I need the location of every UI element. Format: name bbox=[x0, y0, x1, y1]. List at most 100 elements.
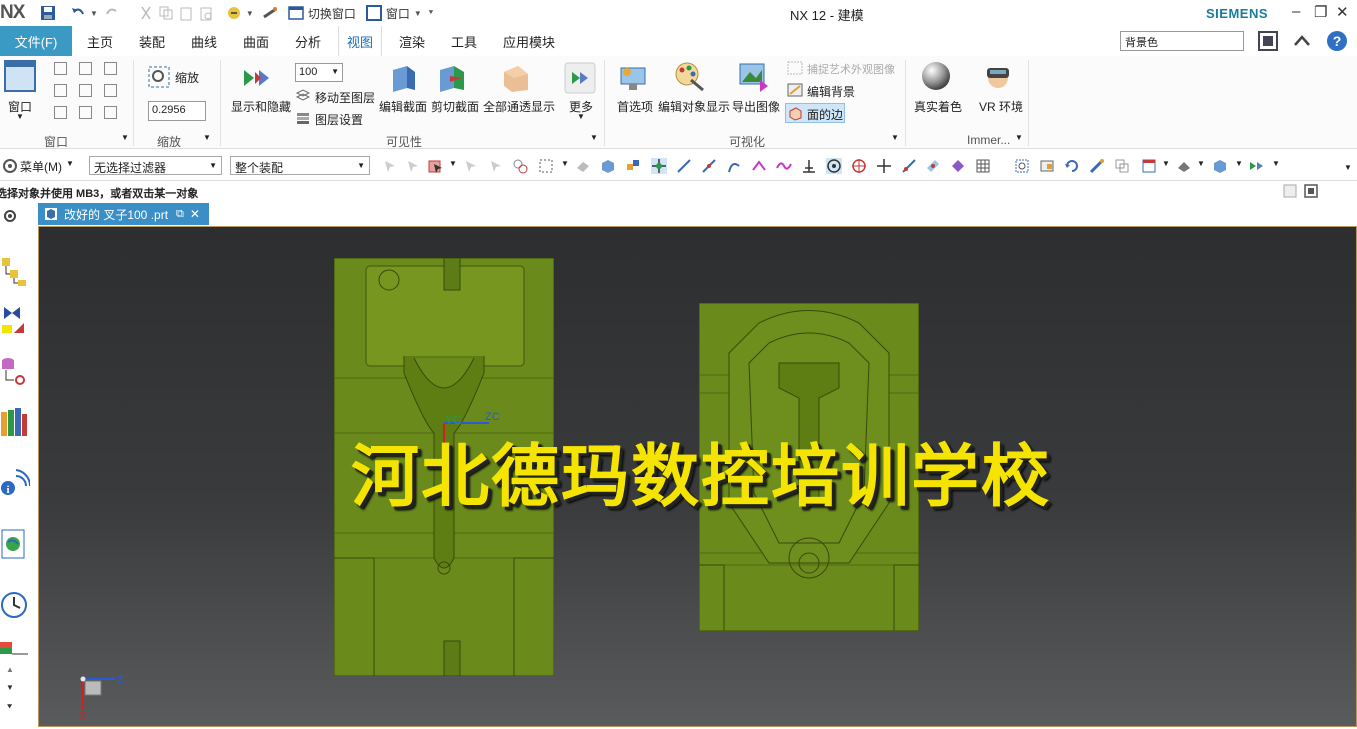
repeat-command-icon[interactable] bbox=[262, 5, 278, 21]
chevron-down-icon[interactable]: ▼ bbox=[203, 133, 211, 142]
toolbar-options-icon[interactable]: ▼ bbox=[1344, 163, 1352, 172]
intersection-icon[interactable] bbox=[751, 158, 767, 174]
scroll-up-icon[interactable]: ▲ bbox=[6, 665, 14, 674]
two-view-horizontal-icon[interactable] bbox=[104, 62, 117, 75]
endpoint-icon[interactable] bbox=[676, 158, 692, 174]
selection-option-1-icon[interactable] bbox=[382, 158, 398, 174]
constraint-navigator-icon[interactable] bbox=[0, 305, 28, 337]
file-menu-button[interactable]: 文件(F) bbox=[0, 26, 72, 56]
reuse-library-icon[interactable] bbox=[0, 406, 28, 438]
hd3d-tools-icon[interactable]: i bbox=[0, 466, 30, 498]
zoom-icon[interactable] bbox=[148, 66, 170, 88]
general-selection-icon[interactable] bbox=[428, 158, 444, 174]
zoom-scale-input[interactable]: 0.2956 bbox=[148, 101, 206, 121]
chevron-down-icon[interactable]: ▼ bbox=[1015, 133, 1023, 142]
switch-window-label[interactable]: 切换窗口 bbox=[308, 5, 356, 22]
six-view-icon[interactable] bbox=[54, 106, 67, 119]
bounded-grid-point-icon[interactable] bbox=[950, 158, 966, 174]
fit-view-icon[interactable] bbox=[1014, 158, 1030, 174]
layout-icon[interactable] bbox=[1141, 158, 1157, 174]
chevron-down-icon[interactable]: ▼ bbox=[66, 159, 74, 168]
view-orientation-icon[interactable] bbox=[1212, 158, 1228, 174]
chevron-down-icon[interactable]: ▼ bbox=[561, 159, 569, 168]
chevron-down-icon[interactable]: ▼ bbox=[891, 133, 899, 142]
assembly-navigator-icon[interactable] bbox=[0, 256, 28, 288]
orient-view-icon[interactable] bbox=[1114, 158, 1130, 174]
vr-environment-label[interactable]: VR 环境 bbox=[979, 98, 1023, 115]
window-layout-icon[interactable] bbox=[4, 60, 36, 92]
chevron-down-icon[interactable]: ▼ bbox=[577, 112, 585, 121]
chevron-down-icon[interactable]: ▼ bbox=[90, 9, 98, 18]
restore-icon[interactable]: ❐ bbox=[1314, 3, 1327, 21]
show-hide-icon[interactable] bbox=[241, 62, 273, 94]
chevron-down-icon[interactable]: ▼ bbox=[1272, 159, 1280, 168]
tab-home[interactable]: 主页 bbox=[87, 26, 113, 56]
layer-scale-dropdown[interactable]: 100 ▼ bbox=[295, 63, 343, 82]
chevron-down-icon[interactable]: ▼ bbox=[246, 9, 254, 18]
scroll-down-icon[interactable]: ▼ bbox=[6, 683, 14, 692]
curve-point-icon[interactable] bbox=[776, 158, 792, 174]
chevron-down-icon[interactable]: ▼ bbox=[590, 133, 598, 142]
true-shading-icon[interactable] bbox=[920, 60, 952, 92]
vr-headset-icon[interactable] bbox=[982, 60, 1014, 92]
window-icon[interactable] bbox=[365, 5, 382, 21]
help-icon[interactable]: ? bbox=[1326, 30, 1348, 52]
chevron-down-icon[interactable]: ▼ bbox=[414, 9, 422, 18]
redo-icon[interactable] bbox=[104, 5, 120, 21]
more-resources-icon[interactable]: ⯆ bbox=[6, 702, 13, 713]
tab-view[interactable]: 视图 bbox=[338, 26, 383, 56]
paste-special-icon[interactable] bbox=[198, 5, 214, 21]
tab-curve[interactable]: 曲线 bbox=[191, 26, 217, 56]
move-to-layer-label[interactable]: 移动至图层 bbox=[315, 89, 375, 106]
clip-section-icon[interactable] bbox=[436, 62, 468, 94]
chevron-down-icon[interactable]: ▼ bbox=[16, 112, 24, 121]
touch-mode-icon[interactable] bbox=[226, 5, 242, 21]
paste-icon[interactable] bbox=[178, 5, 194, 21]
single-view-icon[interactable] bbox=[54, 62, 67, 75]
quadrant-icon[interactable] bbox=[851, 158, 867, 174]
history-clock-icon[interactable] bbox=[0, 590, 28, 620]
window-menu-label[interactable]: 窗口 bbox=[386, 5, 410, 22]
export-image-icon[interactable] bbox=[738, 60, 770, 92]
four-view-icon[interactable] bbox=[79, 84, 92, 97]
close-icon[interactable]: ✕ bbox=[190, 207, 200, 221]
zoom-label[interactable]: 缩放 bbox=[175, 69, 199, 86]
tab-render[interactable]: 渲染 bbox=[399, 26, 425, 56]
maximize-viewport-icon[interactable] bbox=[1304, 184, 1318, 198]
process-studio-icon[interactable] bbox=[0, 638, 30, 662]
tab-surface[interactable]: 曲面 bbox=[243, 26, 269, 56]
move-to-layer-icon[interactable] bbox=[296, 89, 310, 103]
tab-tools[interactable]: 工具 bbox=[451, 26, 477, 56]
cut-icon[interactable] bbox=[138, 5, 154, 21]
arc-center-icon[interactable] bbox=[826, 158, 842, 174]
close-icon[interactable]: ✕ bbox=[1336, 3, 1349, 21]
layer-settings-icon[interactable] bbox=[296, 111, 310, 125]
edit-object-display-label[interactable]: 编辑对象显示 bbox=[658, 98, 730, 115]
type-filter-dropdown[interactable]: 无选择过滤器 ▼ bbox=[89, 156, 222, 175]
component-icon[interactable] bbox=[625, 158, 641, 174]
edit-background-label[interactable]: 编辑背景 bbox=[807, 83, 855, 100]
control-point-icon[interactable] bbox=[726, 158, 742, 174]
three-view-icon[interactable] bbox=[54, 84, 67, 97]
clip-section-label[interactable]: 剪切截面 bbox=[431, 98, 479, 115]
chevron-down-icon[interactable]: ▼ bbox=[121, 133, 129, 142]
menu-button[interactable]: 菜单(M) bbox=[20, 158, 62, 175]
graphics-window[interactable]: YC ZC 河北德玛数控培训学校 Z X bbox=[38, 226, 1357, 727]
tab-applications[interactable]: 应用模块 bbox=[503, 26, 555, 56]
snap-point-enable-icon[interactable] bbox=[651, 158, 667, 174]
gear-icon[interactable] bbox=[2, 208, 18, 224]
part-navigator-icon[interactable] bbox=[0, 356, 28, 390]
pan-icon[interactable] bbox=[1089, 158, 1105, 174]
full-screen-icon[interactable] bbox=[1257, 30, 1279, 52]
tab-analysis[interactable]: 分析 bbox=[295, 26, 321, 56]
chevron-down-icon[interactable]: ▼ bbox=[1235, 159, 1243, 168]
true-shading-label[interactable]: 真实着色 bbox=[914, 98, 962, 115]
four-view-alt-icon[interactable] bbox=[104, 84, 117, 97]
point-on-face-icon[interactable] bbox=[925, 158, 941, 174]
switch-window-icon[interactable] bbox=[288, 5, 304, 21]
edit-background-icon[interactable] bbox=[787, 82, 803, 98]
minimize-icon[interactable]: – bbox=[1292, 3, 1300, 20]
selection-scope-dropdown[interactable]: 整个装配 ▼ bbox=[230, 156, 370, 175]
edit-section-label[interactable]: 编辑截面 bbox=[379, 98, 427, 115]
show-hide-label[interactable]: 显示和隐藏 bbox=[231, 98, 291, 115]
